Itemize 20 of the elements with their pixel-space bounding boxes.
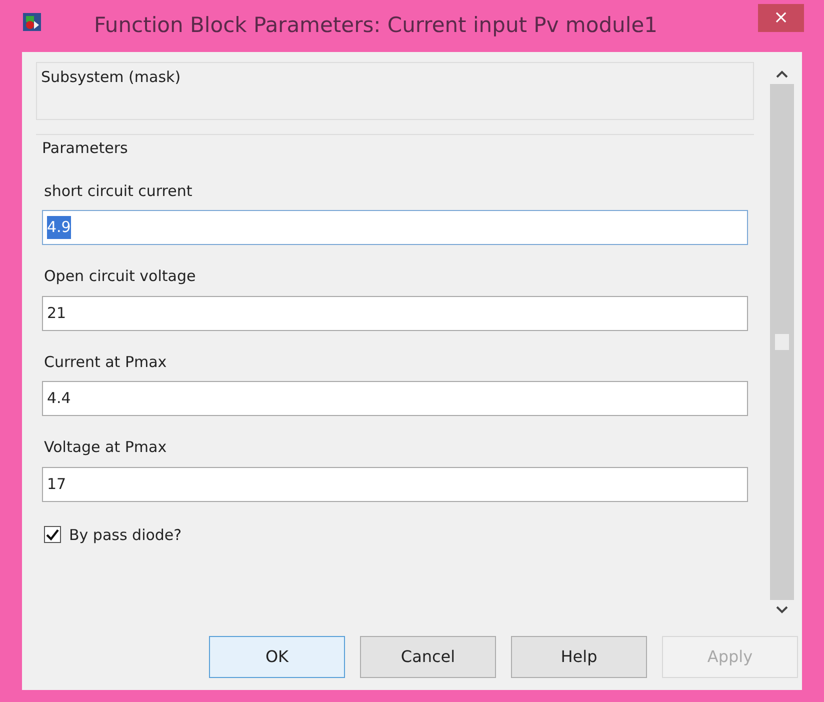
scroll-thumb[interactable]: [775, 334, 789, 350]
window-title: Function Block Parameters: Current input Pv module1: [94, 12, 658, 40]
checkbox[interactable]: [44, 526, 61, 544]
input-field[interactable]: 21: [42, 296, 748, 330]
group-title: Parameters: [42, 138, 129, 159]
input-field[interactable]: 4.4: [42, 381, 748, 416]
dialog-button[interactable]: Cancel: [360, 636, 496, 678]
checkbox-label: By pass diode?: [69, 524, 182, 546]
field-label: Open circuit voltage: [44, 266, 197, 287]
dialog-button[interactable]: OK: [209, 636, 345, 678]
close-button[interactable]: ×: [758, 4, 804, 32]
input-field[interactable]: 4.9: [42, 210, 748, 245]
block-diagram-icon: [22, 12, 42, 32]
field-label: short circuit current: [44, 180, 194, 202]
field-label: Current at Pmax: [44, 352, 168, 372]
checkmark-icon: [46, 528, 59, 541]
input-field[interactable]: 17: [42, 466, 748, 502]
field-label: Voltage at Pmax: [44, 437, 168, 458]
dialog-button[interactable]: Help: [511, 636, 647, 678]
group-title: Subsystem (mask): [41, 68, 181, 86]
